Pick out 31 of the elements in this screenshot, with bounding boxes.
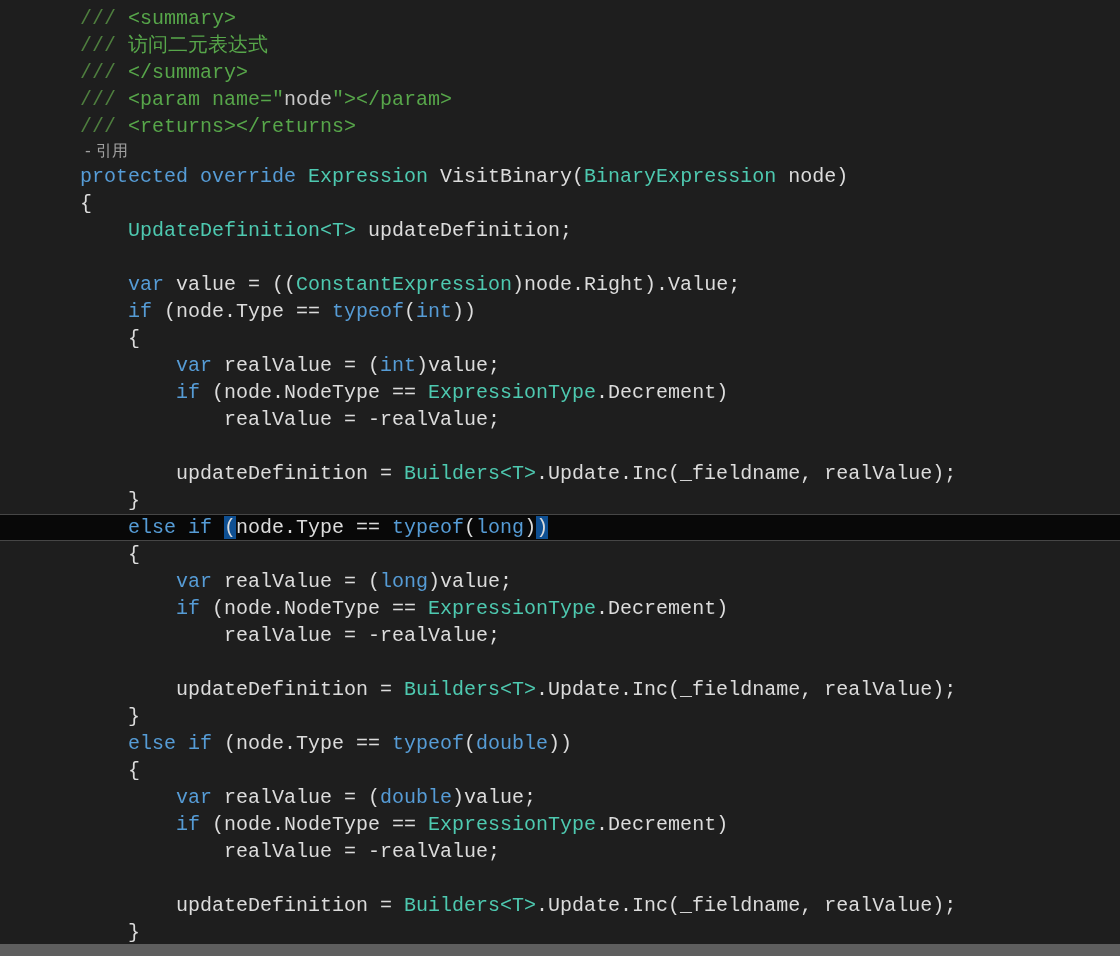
code-line: protected override Expression VisitBinary(BinaryExpression node) [79, 164, 850, 190]
code-line: } [127, 488, 141, 514]
code-line: realValue = -realValue; [223, 407, 502, 433]
code-line: var realValue = (int)value; [175, 353, 502, 379]
code-line: realValue = -realValue; [223, 623, 502, 649]
horizontal-scrollbar[interactable] [0, 944, 1120, 956]
code-line: var realValue = (double)value; [175, 785, 538, 811]
code-line: var value = ((ConstantExpression)node.Right).Value; [127, 272, 742, 298]
code-line: } [127, 920, 141, 944]
code-line: if (node.NodeType == ExpressionType.Decrement) [175, 812, 730, 838]
code-line: { [127, 542, 141, 568]
code-line: /// <summary> [79, 6, 238, 32]
code-line: { [127, 758, 141, 784]
code-line: if (node.NodeType == ExpressionType.Decrement) [175, 380, 730, 406]
code-line: else if (node.Type == typeof(double)) [127, 731, 574, 757]
code-line: updateDefinition = Builders<T>.Update.Inc(_fieldname, realValue); [175, 461, 958, 487]
code-line: /// <returns></returns> [79, 114, 358, 140]
code-line: /// </summary> [79, 60, 250, 86]
code-line: { [127, 326, 141, 352]
code-line: if (node.NodeType == ExpressionType.Decrement) [175, 596, 730, 622]
code-line: realValue = -realValue; [223, 839, 502, 865]
code-line: if (node.Type == typeof(int)) [127, 299, 478, 325]
code-line: var realValue = (long)value; [175, 569, 514, 595]
code-line: UpdateDefinition<T> updateDefinition; [127, 218, 574, 244]
code-line: updateDefinition = Builders<T>.Update.Inc(_fieldname, realValue); [175, 893, 958, 919]
code-line: updateDefinition = Builders<T>.Update.Inc(_fieldname, realValue); [175, 677, 958, 703]
code-line: } [127, 704, 141, 730]
codelens-link[interactable]: - 引用 [80, 141, 128, 162]
code-line: /// <param name="node"></param> [79, 87, 454, 113]
code-line: { [79, 191, 93, 217]
code-line: /// 访问二元表达式 [79, 33, 270, 59]
